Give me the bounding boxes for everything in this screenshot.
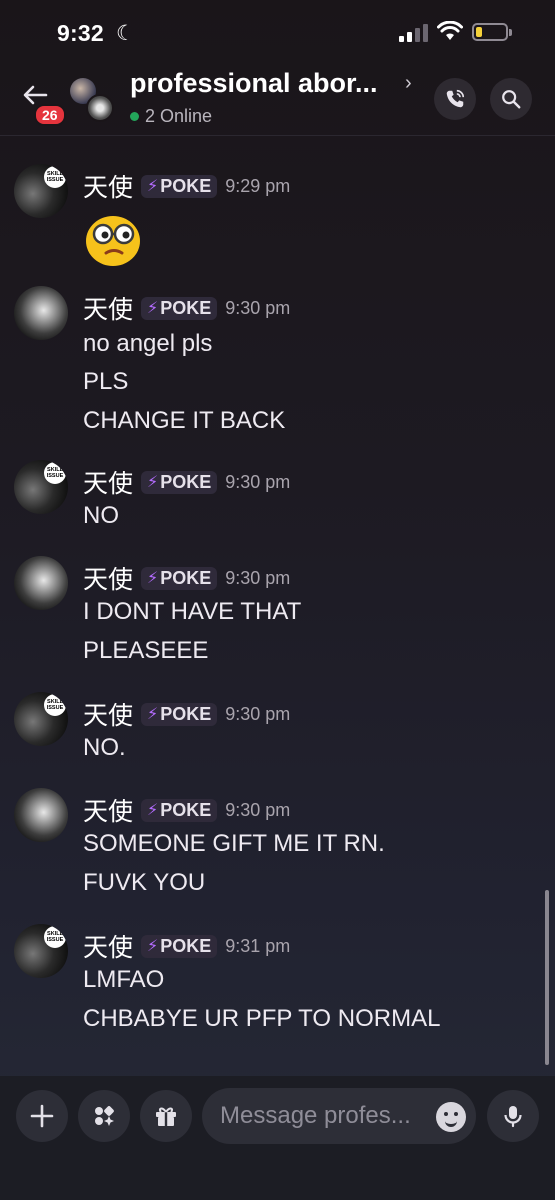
user-avatar[interactable] [14,556,68,610]
message-text[interactable]: LMFAO [83,966,164,994]
clan-tag-label: POKE [160,799,212,820]
timestamp: 9:30 pm [225,799,291,820]
message-header: 天使 ⚡ POKE 9:31 pm [83,928,290,964]
message-text[interactable]: PLS [83,368,128,396]
message-text[interactable]: FUVK YOU [83,869,205,897]
message-header: 天使 ⚡ POKE 9:30 pm [83,696,290,732]
nerd-face-emoji-icon [86,216,140,266]
bolt-icon: ⚡ [147,802,159,819]
timestamp: 9:30 pm [225,297,291,318]
gift-icon [156,1107,176,1126]
username[interactable]: 天使 [83,696,133,732]
bolt-icon: ⚡ [147,474,159,491]
apps-icon [95,1106,114,1126]
message-header: 天使 ⚡ POKE 9:30 pm [83,792,290,828]
call-button[interactable] [434,78,476,120]
message-header: 天使 ⚡ POKE 9:30 pm [83,290,290,326]
unread-badge: 26 [34,104,66,126]
add-attachment-button[interactable] [16,1090,68,1142]
search-button[interactable] [490,78,532,120]
message-input[interactable]: Message profes... [202,1088,476,1144]
username[interactable]: 天使 [83,928,133,964]
clan-tag[interactable]: ⚡ POKE [141,174,218,198]
bolt-icon: ⚡ [147,300,159,317]
channel-title[interactable]: professional abor... [130,68,378,99]
moon-icon: ☾ [116,22,135,45]
message-text[interactable]: NO [83,502,119,530]
message-text[interactable]: no angel pls [83,330,212,358]
scrollbar[interactable] [545,890,549,1065]
timestamp: 9:30 pm [225,567,291,588]
message-input-placeholder: Message profes... [220,1102,411,1129]
status-time: 9:32 [57,20,104,46]
bolt-icon: ⚡ [147,938,159,955]
wifi-icon [437,21,463,40]
clan-tag-label: POKE [160,703,212,724]
message-text[interactable]: PLEASEEE [83,637,208,665]
signal-icon [399,24,429,42]
message-header: 天使 ⚡ POKE 9:29 pm [83,168,290,204]
timestamp: 9:29 pm [225,175,291,196]
user-avatar[interactable]: SKILL ISSUE [14,924,68,978]
bolt-icon: ⚡ [147,178,159,195]
clan-tag[interactable]: ⚡ POKE [141,934,218,958]
message-composer: Message profes... [0,1076,555,1200]
message-header: 天使 ⚡ POKE 9:30 pm [83,560,290,596]
avatar-tag-text: SKILL ISSUE [44,166,66,188]
clan-tag-label: POKE [160,935,212,956]
bolt-icon: ⚡ [147,570,159,587]
microphone-icon [504,1106,522,1128]
plus-icon [30,1104,54,1128]
battery-icon [472,23,512,41]
timestamp: 9:30 pm [225,471,291,492]
username[interactable]: 天使 [83,792,133,828]
timestamp: 9:31 pm [225,935,291,956]
avatar-tag-text: SKILL ISSUE [44,926,66,948]
online-count: 2 Online [145,106,213,126]
message-text[interactable]: NO. [83,734,126,762]
search-icon [502,90,521,109]
user-avatar[interactable]: SKILL ISSUE [14,164,68,218]
gift-button[interactable] [140,1090,192,1142]
clan-tag[interactable]: ⚡ POKE [141,470,218,494]
message-text[interactable]: CHBABYE UR PFP TO NORMAL [83,1005,440,1033]
clan-tag-label: POKE [160,567,212,588]
message-header: 天使 ⚡ POKE 9:30 pm [83,464,290,500]
message-text[interactable]: CHANGE IT BACK [83,407,285,435]
online-dot-icon [130,112,139,121]
avatar-tag-text: SKILL ISSUE [44,462,66,484]
username[interactable]: 天使 [83,168,133,204]
channel-header: 26 professional abor... › 2 Online [0,68,555,136]
message-list[interactable]: SKILL ISSUE 天使 ⚡ POKE 9:29 pm 天使 ⚡ POKE 9:… [0,140,555,1075]
username[interactable]: 天使 [83,560,133,596]
message-text[interactable]: I DONT HAVE THAT [83,598,301,626]
clan-tag-label: POKE [160,297,212,318]
chevron-right-icon[interactable]: › [405,72,412,95]
user-avatar[interactable]: SKILL ISSUE [14,692,68,746]
message-text[interactable]: SOMEONE GIFT ME IT RN. [83,830,385,858]
clan-tag[interactable]: ⚡ POKE [141,296,218,320]
bolt-icon: ⚡ [147,706,159,723]
user-avatar[interactable] [14,788,68,842]
username[interactable]: 天使 [83,464,133,500]
clan-tag-label: POKE [160,471,212,492]
timestamp: 9:30 pm [225,703,291,724]
username[interactable]: 天使 [83,290,133,326]
clan-tag[interactable]: ⚡ POKE [141,702,218,726]
group-avatar [70,78,116,124]
online-status: 2 Online [130,106,212,127]
avatar-tag-text: SKILL ISSUE [44,694,66,716]
phone-icon [446,89,465,108]
status-bar: 9:32 ☾ [0,0,555,68]
voice-message-button[interactable] [487,1090,539,1142]
clan-tag-label: POKE [160,175,212,196]
clan-tag[interactable]: ⚡ POKE [141,566,218,590]
clan-tag[interactable]: ⚡ POKE [141,798,218,822]
emoji-picker-icon[interactable] [436,1102,466,1132]
user-avatar[interactable] [14,286,68,340]
user-avatar[interactable]: SKILL ISSUE [14,460,68,514]
apps-button[interactable] [78,1090,130,1142]
